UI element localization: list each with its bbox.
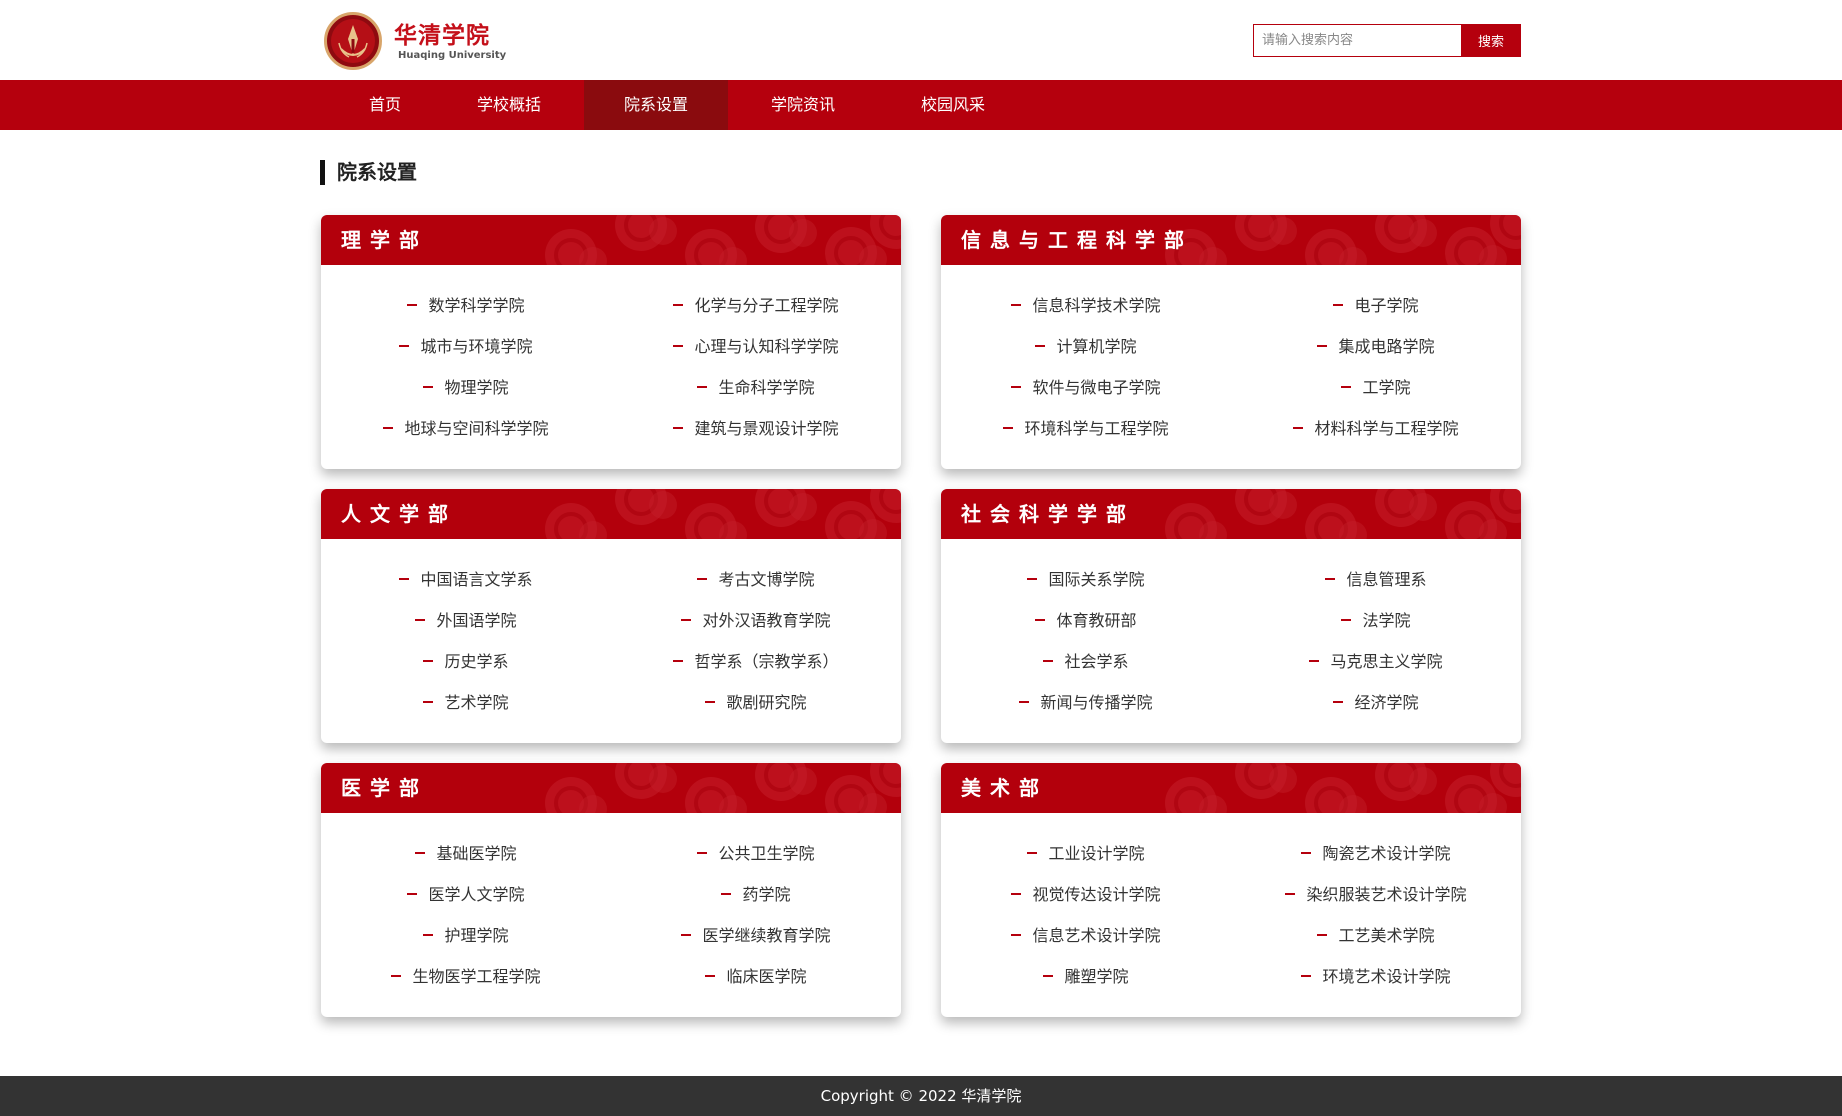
- nav-item-news[interactable]: 学院资讯: [728, 80, 878, 130]
- search-input[interactable]: [1253, 24, 1461, 57]
- university-seal-icon: [324, 12, 382, 70]
- department-title: 社会科学学部: [961, 502, 1135, 526]
- department-card-medicine: 医学部基础医学院 公共卫生学院 医学人文学院 药学院 护理学院 医学继续教育学院 生物医学工…: [321, 763, 901, 1017]
- school-link[interactable]: 生命科学学院: [611, 367, 901, 408]
- school-link[interactable]: 环境艺术设计学院: [1231, 956, 1521, 997]
- school-link[interactable]: 雕塑学院: [941, 956, 1231, 997]
- department-card-science: 理学部数学科学学院 化学与分子工程学院 城市与环境学院 心理与认知科学学院 物理学院 生命…: [321, 215, 901, 469]
- department-school-list: 工业设计学院 陶瓷艺术设计学院 视觉传达设计学院 染织服装艺术设计学院 信息艺术设计学院…: [941, 813, 1521, 997]
- school-link[interactable]: 歌剧研究院: [611, 682, 901, 723]
- department-grid: 理学部数学科学学院 化学与分子工程学院 城市与环境学院 心理与认知科学学院 物理学院 生命…: [321, 215, 1521, 1017]
- school-link[interactable]: 国际关系学院: [941, 559, 1231, 600]
- school-link[interactable]: 经济学院: [1231, 682, 1521, 723]
- site-footer: Copyright © 2022 华清学院: [0, 1076, 1842, 1116]
- school-link[interactable]: 信息艺术设计学院: [941, 915, 1231, 956]
- department-card-info-engineering: 信息与工程科学部信息科学技术学院 电子学院 计算机学院 集成电路学院 软件与微电子学院工…: [941, 215, 1521, 469]
- site-header: 华清学院 Huaqing University 搜索: [0, 0, 1842, 80]
- school-link[interactable]: 地球与空间科学学院: [321, 408, 611, 449]
- school-link[interactable]: 中国语言文学系: [321, 559, 611, 600]
- department-school-list: 中国语言文学系 考古文博学院 外国语学院 对外汉语教育学院 历史学系 哲学系（宗教学系）艺…: [321, 539, 901, 723]
- department-card-header: 社会科学学部: [941, 489, 1521, 539]
- school-link[interactable]: 医学人文学院: [321, 874, 611, 915]
- school-link[interactable]: 社会学系: [941, 641, 1231, 682]
- nav-item-overview[interactable]: 学校概括: [434, 80, 584, 130]
- school-link[interactable]: 环境科学与工程学院: [941, 408, 1231, 449]
- school-link[interactable]: 城市与环境学院: [321, 326, 611, 367]
- school-link[interactable]: 工艺美术学院: [1231, 915, 1521, 956]
- department-card-header: 美术部: [941, 763, 1521, 813]
- school-link[interactable]: 电子学院: [1231, 285, 1521, 326]
- department-school-list: 基础医学院 公共卫生学院 医学人文学院 药学院 护理学院 医学继续教育学院 生物医学工程学院…: [321, 813, 901, 997]
- department-school-list: 数学科学学院 化学与分子工程学院 城市与环境学院 心理与认知科学学院 物理学院 生命科学学…: [321, 265, 901, 449]
- school-link[interactable]: 软件与微电子学院: [941, 367, 1231, 408]
- department-school-list: 国际关系学院 信息管理系 体育教研部 法学院 社会学系 马克思主义学院 新闻与传播学院 经济学…: [941, 539, 1521, 723]
- cloud-pattern-icon: [545, 489, 901, 539]
- school-link[interactable]: 心理与认知科学学院: [611, 326, 901, 367]
- school-link[interactable]: 视觉传达设计学院: [941, 874, 1231, 915]
- school-link[interactable]: 计算机学院: [941, 326, 1231, 367]
- department-title: 理学部: [341, 228, 428, 252]
- department-card-fine-arts: 美术部工业设计学院 陶瓷艺术设计学院 视觉传达设计学院 染织服装艺术设计学院 信息艺术设…: [941, 763, 1521, 1017]
- copyright-text: Copyright © 2022 华清学院: [820, 1087, 1022, 1105]
- school-link[interactable]: 生物医学工程学院: [321, 956, 611, 997]
- school-link[interactable]: 陶瓷艺术设计学院: [1231, 833, 1521, 874]
- brand-name-english: Huaqing University: [398, 49, 507, 61]
- school-link[interactable]: 材料科学与工程学院: [1231, 408, 1521, 449]
- nav-item-departments[interactable]: 院系设置: [584, 80, 728, 130]
- search-button[interactable]: 搜索: [1461, 24, 1521, 57]
- school-link[interactable]: 历史学系: [321, 641, 611, 682]
- cloud-pattern-icon: [1165, 763, 1521, 813]
- cloud-pattern-icon: [1165, 489, 1521, 539]
- search-bar: 搜索: [1253, 24, 1521, 57]
- school-link[interactable]: 体育教研部: [941, 600, 1231, 641]
- cloud-pattern-icon: [545, 215, 901, 265]
- cloud-pattern-icon: [545, 763, 901, 813]
- school-link[interactable]: 考古文博学院: [611, 559, 901, 600]
- department-school-list: 信息科学技术学院 电子学院 计算机学院 集成电路学院 软件与微电子学院 工学院 环境科学与工…: [941, 265, 1521, 449]
- department-card-header: 人文学部: [321, 489, 901, 539]
- school-link[interactable]: 建筑与景观设计学院: [611, 408, 901, 449]
- school-link[interactable]: 数学科学学院: [321, 285, 611, 326]
- school-link[interactable]: 新闻与传播学院: [941, 682, 1231, 723]
- nav-item-home[interactable]: 首页: [336, 80, 434, 130]
- school-link[interactable]: 药学院: [611, 874, 901, 915]
- department-title: 医学部: [341, 776, 428, 800]
- department-title: 人文学部: [341, 502, 457, 526]
- school-link[interactable]: 化学与分子工程学院: [611, 285, 901, 326]
- school-link[interactable]: 外国语学院: [321, 600, 611, 641]
- school-link[interactable]: 法学院: [1231, 600, 1521, 641]
- school-link[interactable]: 哲学系（宗教学系）: [611, 641, 901, 682]
- department-card-header: 理学部: [321, 215, 901, 265]
- brand-name: 华清学院: [394, 22, 490, 49]
- department-title: 美术部: [961, 776, 1048, 800]
- school-link[interactable]: 信息管理系: [1231, 559, 1521, 600]
- school-link[interactable]: 医学继续教育学院: [611, 915, 901, 956]
- school-link[interactable]: 集成电路学院: [1231, 326, 1521, 367]
- department-card-header: 医学部: [321, 763, 901, 813]
- department-card-humanities: 人文学部中国语言文学系 考古文博学院 外国语学院 对外汉语教育学院 历史学系 哲学系（宗教…: [321, 489, 901, 743]
- school-link[interactable]: 染织服装艺术设计学院: [1231, 874, 1521, 915]
- school-link[interactable]: 艺术学院: [321, 682, 611, 723]
- school-link[interactable]: 工业设计学院: [941, 833, 1231, 874]
- school-link[interactable]: 马克思主义学院: [1231, 641, 1521, 682]
- main-nav: 首页 学校概括 院系设置 学院资讯 校园风采: [0, 80, 1842, 130]
- school-link[interactable]: 公共卫生学院: [611, 833, 901, 874]
- school-link[interactable]: 物理学院: [321, 367, 611, 408]
- school-link[interactable]: 对外汉语教育学院: [611, 600, 901, 641]
- school-link[interactable]: 工学院: [1231, 367, 1521, 408]
- school-link[interactable]: 基础医学院: [321, 833, 611, 874]
- department-card-header: 信息与工程科学部: [941, 215, 1521, 265]
- department-title: 信息与工程科学部: [961, 228, 1193, 252]
- school-link[interactable]: 信息科学技术学院: [941, 285, 1231, 326]
- site-logo[interactable]: 华清学院 Huaqing University: [324, 12, 506, 70]
- school-link[interactable]: 护理学院: [321, 915, 611, 956]
- nav-item-campus[interactable]: 校园风采: [878, 80, 1028, 130]
- cloud-pattern-icon: [1165, 215, 1521, 265]
- school-link[interactable]: 临床医学院: [611, 956, 901, 997]
- page-title: 院系设置: [320, 160, 417, 185]
- department-card-social-science: 社会科学学部国际关系学院 信息管理系 体育教研部 法学院 社会学系 马克思主义学院 新闻与传…: [941, 489, 1521, 743]
